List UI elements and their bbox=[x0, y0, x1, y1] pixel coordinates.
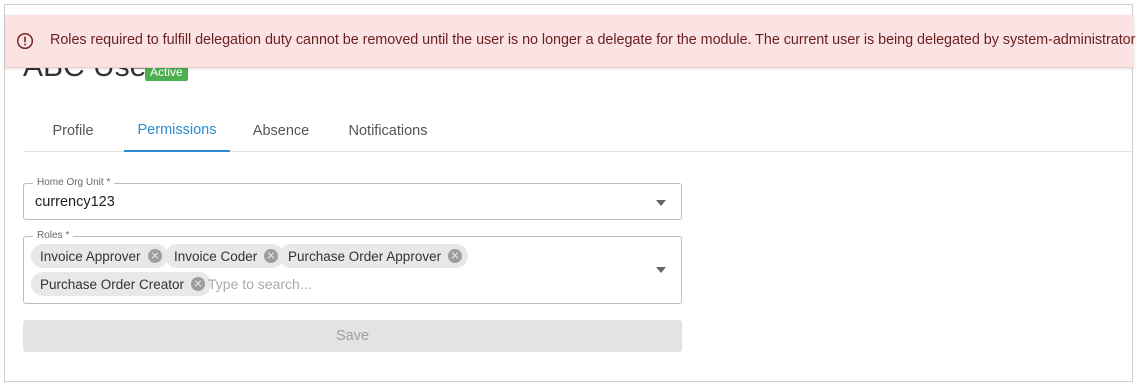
roles-label: Roles * bbox=[33, 230, 74, 242]
role-chip: Purchase Order Approver bbox=[279, 244, 469, 268]
chip-remove-icon[interactable] bbox=[191, 277, 206, 291]
tab-label: Profile bbox=[52, 122, 94, 139]
role-chip: Invoice Coder bbox=[165, 244, 285, 268]
tab-bar: Profile Permissions Absence Notification… bbox=[23, 109, 1134, 152]
role-chip-label: Purchase Order Approver bbox=[288, 248, 442, 264]
chip-remove-icon[interactable] bbox=[147, 249, 162, 263]
chevron-down-icon[interactable] bbox=[656, 200, 666, 206]
role-chip-label: Invoice Coder bbox=[174, 248, 258, 264]
tab-label: Permissions bbox=[137, 121, 217, 138]
home-org-unit-value: currency123 bbox=[35, 194, 115, 210]
role-chip-label: Purchase Order Creator bbox=[40, 276, 185, 292]
warning-circle-icon bbox=[16, 32, 34, 50]
alert-message: Roles required to fulfill delegation dut… bbox=[50, 32, 1137, 48]
chevron-down-icon[interactable] bbox=[656, 267, 666, 273]
home-org-unit-label: Home Org Unit * bbox=[33, 177, 115, 189]
role-chip: Purchase Order Creator bbox=[31, 272, 212, 296]
role-chip: Invoice Approver bbox=[31, 244, 168, 268]
user-details-panel: Roles required to fulfill delegation dut… bbox=[4, 4, 1137, 382]
chip-remove-icon[interactable] bbox=[448, 249, 463, 263]
save-button[interactable]: Save bbox=[23, 320, 682, 352]
roles-multiselect[interactable]: Roles * Invoice Approver Invoice Coder P… bbox=[23, 230, 682, 304]
tab-absence[interactable]: Absence bbox=[239, 109, 323, 152]
tab-permissions[interactable]: Permissions bbox=[124, 109, 230, 152]
tab-notifications[interactable]: Notifications bbox=[335, 109, 441, 152]
tab-label: Absence bbox=[252, 122, 310, 139]
roles-search-input[interactable] bbox=[208, 275, 608, 293]
tab-profile[interactable]: Profile bbox=[23, 109, 123, 152]
tab-label: Notifications bbox=[348, 122, 428, 139]
error-alert-banner: Roles required to fulfill delegation dut… bbox=[5, 15, 1137, 68]
chip-remove-icon[interactable] bbox=[264, 249, 279, 263]
home-org-unit-select[interactable]: Home Org Unit * currency123 bbox=[23, 177, 682, 220]
role-chip-label: Invoice Approver bbox=[40, 248, 141, 264]
